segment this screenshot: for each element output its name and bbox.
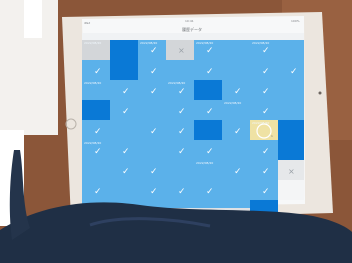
check-icon: ✓ — [94, 187, 102, 197]
grid-cell[interactable] — [166, 160, 194, 180]
check-icon: ✓ — [122, 147, 130, 157]
grid-cell[interactable] — [110, 40, 138, 60]
grid-cell[interactable] — [110, 180, 138, 200]
cell-date-label: 2022/08/20 — [84, 141, 101, 145]
cell-date-label: 2022/08/20 — [84, 81, 101, 85]
check-icon: ✓ — [178, 87, 186, 97]
grid-cell[interactable] — [278, 120, 304, 140]
grid-row: ✓ ✓ ✓ ✓ ✓ — [82, 60, 304, 80]
grid-cell[interactable] — [110, 60, 138, 80]
check-icon: ✓ — [262, 167, 270, 177]
grid-cell[interactable] — [278, 40, 304, 60]
check-icon: ✓ — [150, 87, 158, 97]
cell-date-label: 2022/08/20 — [84, 41, 101, 45]
check-icon: ✓ — [122, 87, 130, 97]
front-camera — [318, 91, 322, 95]
check-icon: ✓ — [150, 187, 158, 197]
grid-cell[interactable] — [82, 160, 110, 180]
status-battery: 100% — [291, 19, 300, 23]
cell-date-label: 2022/08/20 — [252, 121, 269, 125]
status-left: iPad — [84, 21, 90, 25]
grid-row: ✓ ✓ ✓ ✓ 1 — [82, 120, 304, 140]
grid-cell[interactable] — [82, 100, 110, 120]
grid-cell[interactable] — [194, 200, 222, 208]
check-icon: ✓ — [234, 87, 242, 97]
grid-cell[interactable] — [222, 60, 250, 80]
grid-row: ✓ ✓ ✓ ✓ ✓ — [82, 140, 304, 160]
grid-cell[interactable] — [222, 200, 250, 208]
check-icon: ✓ — [290, 67, 298, 77]
screen-title: 履歴データ — [182, 26, 202, 32]
cell-date-label: 2022/08/20 — [140, 41, 157, 45]
grid-cell[interactable] — [222, 40, 250, 60]
check-icon: ✓ — [94, 147, 102, 157]
tablet-photo: iPad 10:41 100% 履歴データ ✓ × ✓ ✓ ✓ ✓ ✓ ✓ ✓ … — [0, 0, 352, 263]
check-icon: ✓ — [122, 167, 130, 177]
check-icon: ✓ — [262, 187, 270, 197]
grid-row: ✓ ✓ ✓ ✓ ✓ — [82, 180, 304, 200]
schedule-grid: ✓ × ✓ ✓ ✓ ✓ ✓ ✓ ✓ ✓ ✓ ✓ ✓ ✓ ✓ ✓ ✓ ✓ ✓ ✓ … — [82, 40, 304, 224]
photo-scene: iPad 10:41 100% 履歴データ ✓ × ✓ ✓ ✓ ✓ ✓ ✓ ✓ … — [0, 0, 352, 263]
check-icon: ✓ — [150, 67, 158, 77]
status-time: 10:41 — [185, 19, 194, 23]
grid-cell[interactable] — [278, 80, 304, 100]
grid-row: ✓ ✓ ✓ ✓ × — [82, 160, 304, 180]
check-icon: ✓ — [262, 107, 270, 117]
grid-cell[interactable] — [194, 120, 222, 140]
check-icon: ✓ — [206, 187, 214, 197]
grid-row: ✓ ✓ ✓ ✓ ✓ — [82, 80, 304, 100]
check-icon: ✓ — [178, 107, 186, 117]
paper-corner — [24, 0, 42, 38]
grid-cell[interactable] — [166, 60, 194, 80]
grid-cell[interactable] — [138, 140, 166, 160]
check-icon: ✓ — [150, 127, 158, 137]
check-icon: ✓ — [178, 187, 186, 197]
check-icon: ✓ — [206, 107, 214, 117]
tap-count: 1 — [271, 134, 273, 138]
cell-date-label: 2022/08/20 — [196, 161, 213, 165]
grid-cell[interactable] — [166, 200, 194, 208]
cell-date-label: 2022/08/20 — [168, 81, 185, 85]
cell-date-label: 2022/08/20 — [252, 41, 269, 45]
check-icon: ✓ — [234, 167, 242, 177]
check-icon: ✓ — [206, 147, 214, 157]
grid-cell[interactable] — [222, 180, 250, 200]
grid-row: ✓ × ✓ ✓ — [82, 40, 304, 60]
check-icon: ✓ — [262, 147, 270, 157]
check-icon: ✓ — [262, 67, 270, 77]
grid-cell[interactable] — [194, 80, 222, 100]
check-icon: ✓ — [206, 67, 214, 77]
check-icon: ✓ — [94, 67, 102, 77]
cross-icon: × — [288, 167, 295, 176]
grid-row: ✓ ✓ ✓ ✓ — [82, 100, 304, 120]
check-icon: ✓ — [178, 127, 186, 137]
cell-date-label: 2022/08/20 — [224, 101, 241, 105]
check-icon: ✓ — [150, 167, 158, 177]
check-icon: ✓ — [262, 46, 270, 56]
grid-cell[interactable] — [110, 120, 138, 140]
check-icon: ✓ — [150, 46, 158, 56]
check-icon: ✓ — [206, 46, 214, 56]
check-icon: ✓ — [234, 127, 242, 137]
grid-cell[interactable] — [278, 100, 304, 120]
grid-cell[interactable] — [278, 180, 304, 200]
check-icon: ✓ — [94, 127, 102, 137]
cell-date-label: 2022/08/20 — [196, 41, 213, 45]
grid-cell[interactable] — [222, 140, 250, 160]
check-icon: ✓ — [262, 87, 270, 97]
toolbar-strip — [82, 33, 304, 40]
check-icon: ✓ — [178, 147, 186, 157]
grid-cell[interactable] — [278, 140, 304, 160]
check-icon: ✓ — [122, 107, 130, 117]
cross-icon: × — [178, 46, 185, 55]
grid-cell[interactable] — [138, 100, 166, 120]
